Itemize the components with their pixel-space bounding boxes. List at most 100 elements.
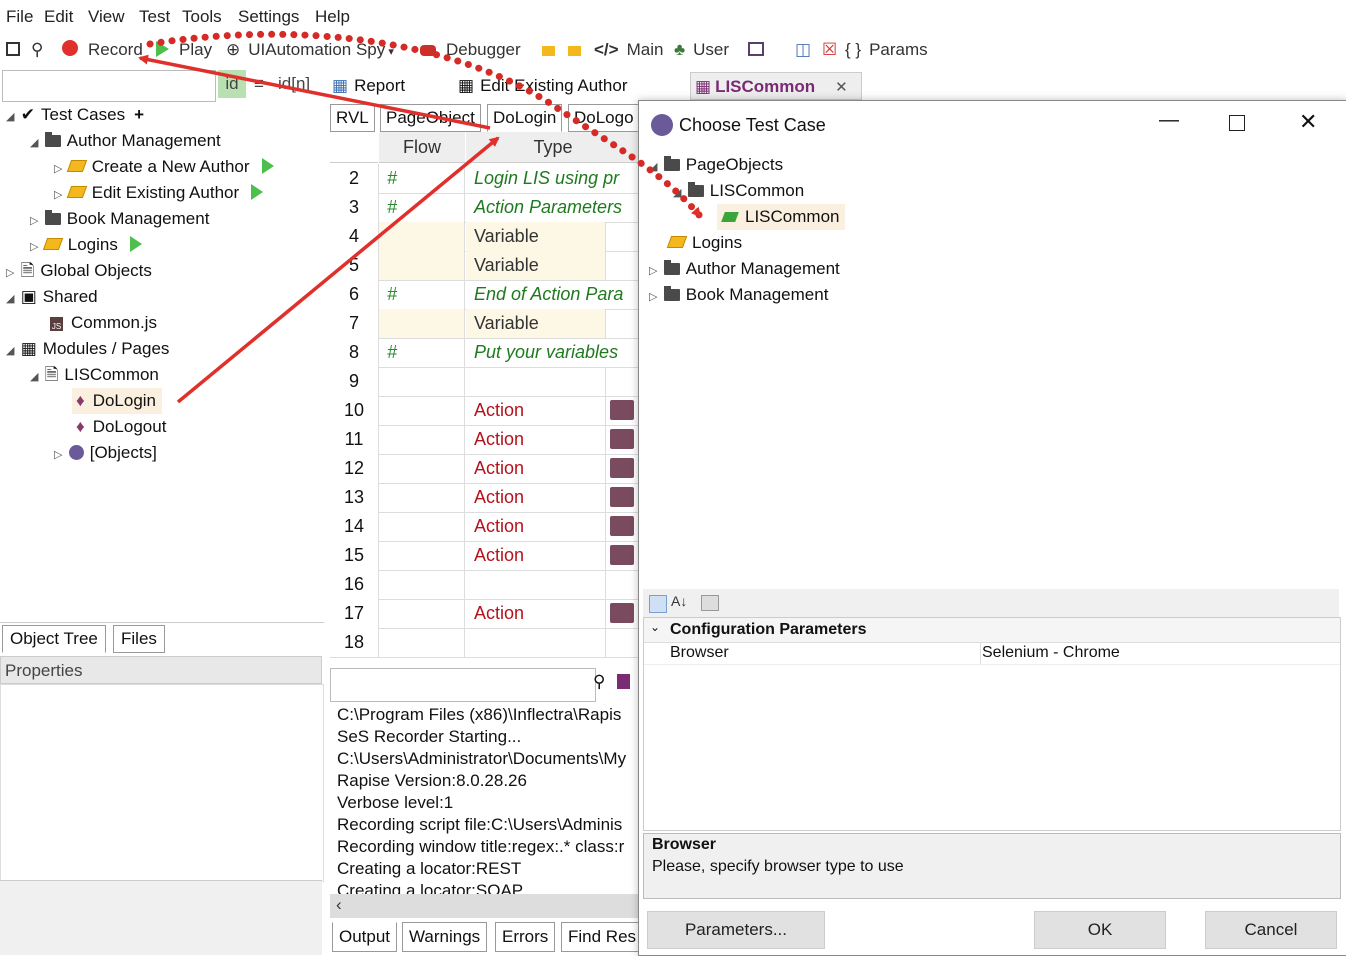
type-cell[interactable]: Action (466, 599, 606, 628)
debugger-button[interactable]: Debugger (420, 40, 521, 60)
type-cell[interactable] (466, 570, 606, 599)
dlg-tree-pageobjects[interactable]: ◢ PageObjects (649, 152, 783, 178)
ok-button[interactable]: OK (1034, 911, 1166, 949)
subtab-pageobject[interactable]: PageObject (380, 104, 481, 132)
copy-icon[interactable] (617, 674, 630, 689)
table-row[interactable]: 14 Action (330, 512, 640, 542)
flow-cell[interactable] (379, 309, 465, 338)
record-button[interactable]: Record (62, 40, 143, 60)
save-icon[interactable] (6, 40, 20, 60)
grid-header-flow[interactable]: Flow (379, 132, 465, 163)
tree-dologin[interactable]: ♦ DoLogin (72, 388, 163, 414)
close-icon[interactable]: ✕ (835, 79, 848, 96)
flow-cell[interactable] (379, 599, 465, 628)
dlg-tree-liscommon-item[interactable]: LISCommon (717, 204, 846, 230)
menu-file[interactable]: File (6, 7, 33, 27)
type-cell[interactable]: Variable (466, 309, 606, 338)
tree-objects[interactable]: ▷ [Objects] (54, 440, 157, 466)
cancel-button[interactable]: Cancel (1205, 911, 1337, 949)
table-row[interactable]: 15 Action (330, 541, 640, 571)
tree-logins[interactable]: ▷ Logins (30, 232, 142, 258)
dlg-tree-liscommon-folder[interactable]: ◢ LISCommon (673, 178, 804, 204)
flow-cell[interactable] (379, 570, 465, 599)
tab-edit-existing-author[interactable]: ▦ Edit Existing Author (458, 72, 627, 100)
property-section[interactable]: ⌄ Configuration Parameters (644, 618, 1340, 643)
table-row[interactable]: 6 # End of Action Para (330, 280, 640, 310)
chevron-down-icon[interactable]: ⌄ (650, 620, 660, 634)
run-icon[interactable] (129, 236, 142, 252)
maximize-icon[interactable] (1229, 115, 1245, 131)
play-button[interactable]: Play (156, 40, 212, 60)
test-set-icon[interactable] (568, 40, 581, 60)
menu-settings[interactable]: Settings (238, 7, 299, 27)
flow-cell[interactable] (379, 512, 465, 541)
table-row[interactable]: 4 Variable (330, 222, 640, 252)
subtab-dologout[interactable]: DoLogo (568, 104, 640, 132)
tree-test-cases[interactable]: ◢ ✔ Test Cases + (6, 102, 144, 128)
tab-warnings[interactable]: Warnings (402, 922, 488, 952)
table-row[interactable]: 3 # Action Parameters (330, 193, 640, 223)
add-icon[interactable]: + (134, 105, 144, 124)
menu-help[interactable]: Help (315, 7, 350, 27)
property-row[interactable]: Browser Selenium - Chrome (644, 642, 1340, 665)
run-icon[interactable] (261, 158, 274, 174)
flow-cell[interactable] (379, 251, 465, 280)
type-cell[interactable] (466, 367, 606, 396)
test-case-icon[interactable] (542, 40, 555, 60)
flow-cell[interactable] (379, 454, 465, 483)
flow-cell[interactable]: # (379, 280, 465, 309)
table-row[interactable]: 18 (330, 628, 640, 658)
tab-find-results[interactable]: Find Res (561, 922, 644, 952)
flow-cell[interactable]: # (379, 193, 465, 222)
chevron-left-icon[interactable]: ‹ (336, 895, 342, 915)
close-icon[interactable]: ✕ (1299, 109, 1317, 135)
tree-create-author[interactable]: ▷ Create a New Author (54, 154, 274, 180)
type-cell[interactable]: Action (466, 541, 606, 570)
tree-edit-author[interactable]: ▷ Edit Existing Author (54, 180, 264, 206)
minimize-icon[interactable]: — (1159, 109, 1179, 132)
search-icon[interactable]: ⚲ (593, 672, 605, 692)
property-pages-icon[interactable] (701, 595, 719, 611)
table-row[interactable]: 2 # Login LIS using pr (330, 164, 640, 194)
run-icon[interactable] (251, 184, 264, 200)
property-value[interactable]: Selenium - Chrome (982, 644, 1120, 662)
tab-liscommon[interactable]: ▦ LISCommon ✕ (690, 72, 862, 100)
subtab-rvl[interactable]: RVL (330, 104, 375, 132)
tree-book-management[interactable]: ▷ Book Management (30, 206, 209, 232)
type-cell[interactable]: Variable (466, 251, 606, 280)
tree-dologout[interactable]: ♦ DoLogout (76, 414, 166, 440)
tree-modules-pages[interactable]: ◢ ▦ Modules / Pages (6, 336, 169, 362)
table-row[interactable]: 8 # Put your variables (330, 338, 640, 368)
flow-cell[interactable]: # (379, 164, 465, 193)
table-row[interactable]: 7 Variable (330, 309, 640, 339)
type-cell[interactable]: Action (466, 512, 606, 541)
type-cell[interactable]: Action (466, 483, 606, 512)
tab-report[interactable]: ▦ Report (332, 72, 405, 100)
table-row[interactable]: 5 Variable (330, 251, 640, 281)
output-search-input[interactable] (330, 668, 596, 702)
flow-cell[interactable] (379, 222, 465, 251)
subtab-dologin[interactable]: DoLogin (487, 104, 563, 132)
tree-shared[interactable]: ◢ ▣ Shared (6, 284, 98, 310)
table-row[interactable]: 16 (330, 570, 640, 600)
table-row[interactable]: 10 Action (330, 396, 640, 426)
type-cell[interactable]: Action (466, 425, 606, 454)
type-cell[interactable]: End of Action Para (466, 280, 640, 309)
flow-cell[interactable] (379, 367, 465, 396)
type-cell[interactable]: Action (466, 396, 606, 425)
flow-cell[interactable] (379, 483, 465, 512)
tab-errors[interactable]: Errors (495, 922, 556, 952)
type-cell[interactable]: Action Parameters (466, 193, 640, 222)
categorized-icon[interactable] (649, 595, 667, 613)
tree-liscommon[interactable]: ◢ 🗎 LISCommon (30, 362, 159, 388)
menu-view[interactable]: View (88, 7, 125, 27)
search-icon[interactable]: ⚲ (31, 40, 43, 60)
spy-button[interactable]: ⊕ UIAutomation Spy ▾ (226, 40, 394, 60)
type-cell[interactable]: Put your variables (466, 338, 640, 367)
type-cell[interactable]: Action (466, 454, 606, 483)
type-cell[interactable]: Login LIS using pr (466, 164, 640, 193)
tree-search-input[interactable] (2, 70, 216, 102)
dlg-tree-logins[interactable]: Logins (666, 230, 742, 256)
table-icon[interactable] (748, 40, 764, 60)
type-cell[interactable]: Variable (466, 222, 606, 251)
